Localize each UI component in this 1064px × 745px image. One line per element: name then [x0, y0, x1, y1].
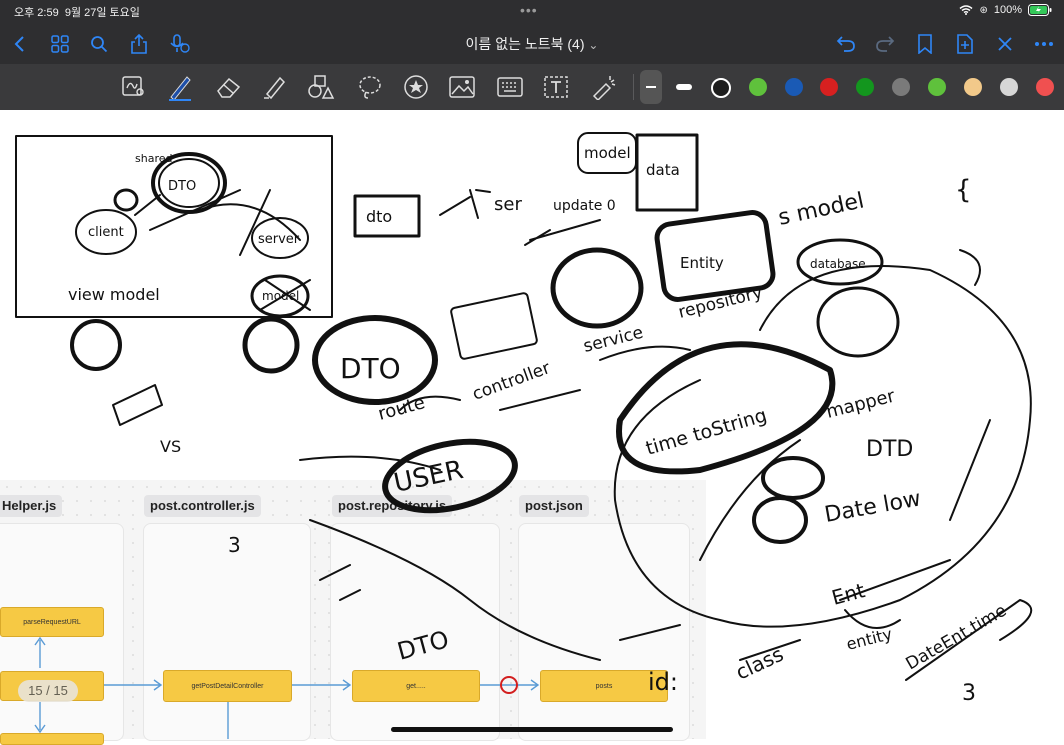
undo-icon[interactable] — [834, 32, 858, 56]
keyboard-icon[interactable] — [495, 72, 525, 102]
status-right: ⊛ 100% — [959, 4, 1052, 16]
color-swatch-light-gray[interactable] — [1000, 78, 1018, 96]
color-swatch-peach[interactable] — [964, 78, 982, 96]
lasso-icon[interactable] — [355, 72, 385, 102]
text-box-icon[interactable] — [541, 72, 571, 102]
notebook-title-text: 이름 없는 노트북 (4) — [465, 36, 585, 52]
battery-icon — [1028, 4, 1052, 16]
diagram-column-controller — [143, 523, 311, 741]
node-repository-get: get..... — [352, 670, 480, 702]
pen-icon[interactable] — [165, 72, 195, 102]
file-tab-repository: post.repository.js — [332, 495, 453, 517]
node-posts: posts — [540, 670, 668, 702]
chevron-down-icon: ⌄ — [588, 38, 599, 52]
node-helper-bottom — [0, 733, 104, 745]
file-tab-helper: Helper.js — [0, 495, 63, 517]
status-time-text: 오후 2:59 — [14, 7, 59, 19]
node-get-post-detail-controller: getPostDetailController — [163, 670, 292, 702]
bookmark-icon[interactable] — [913, 32, 937, 56]
color-swatch-light-green[interactable] — [928, 78, 946, 96]
thin-stroke-line — [646, 86, 656, 88]
page-indicator: 15 / 15 — [18, 680, 78, 702]
multitask-dots[interactable]: ••• — [520, 2, 538, 18]
toolbar-divider — [633, 74, 634, 100]
status-date-text: 9월 27일 토요일 — [64, 7, 140, 19]
thick-stroke-option[interactable] — [676, 84, 692, 90]
node-parse-request-url: parseRequestURL — [0, 607, 104, 637]
thin-stroke-option[interactable] — [640, 70, 662, 104]
color-swatch-red[interactable] — [820, 78, 838, 96]
laser-pointer-icon[interactable] — [589, 72, 619, 102]
top-navigation-bar: 오후 2:59 9월 27일 토요일 ••• ⊛ 100% 이름 없는 노트북 … — [0, 0, 1064, 64]
add-page-icon[interactable] — [953, 32, 977, 56]
diagram-column-repository — [330, 523, 500, 741]
color-swatch-gray[interactable] — [892, 78, 910, 96]
home-indicator[interactable] — [391, 727, 673, 732]
wifi-icon — [959, 5, 973, 15]
color-swatch-blue[interactable] — [785, 78, 803, 96]
lasso-zoom-icon[interactable] — [119, 72, 149, 102]
redo-icon[interactable] — [873, 32, 897, 56]
status-time: 오후 2:59 9월 27일 토요일 — [14, 4, 140, 20]
battery-percent: 100% — [993, 4, 1022, 16]
color-swatch-green[interactable] — [749, 78, 767, 96]
sticker-icon[interactable] — [401, 72, 431, 102]
file-tab-json: post.json — [519, 495, 589, 517]
more-icon[interactable] — [1032, 32, 1056, 56]
file-tab-controller: post.controller.js — [144, 495, 261, 517]
close-icon[interactable] — [993, 32, 1017, 56]
shapes-icon[interactable] — [306, 72, 336, 102]
lock-rotation-icon: ⊛ — [979, 4, 988, 16]
diagram-column-json — [518, 523, 690, 741]
eraser-icon[interactable] — [213, 72, 243, 102]
color-swatch-dark-green[interactable] — [856, 78, 874, 96]
notebook-title[interactable]: 이름 없는 노트북 (4) ⌄ — [0, 34, 1064, 54]
image-icon[interactable] — [447, 72, 477, 102]
highlighter-icon[interactable] — [259, 72, 289, 102]
color-swatch-black[interactable] — [711, 78, 731, 98]
color-swatch-coral[interactable] — [1036, 78, 1054, 96]
